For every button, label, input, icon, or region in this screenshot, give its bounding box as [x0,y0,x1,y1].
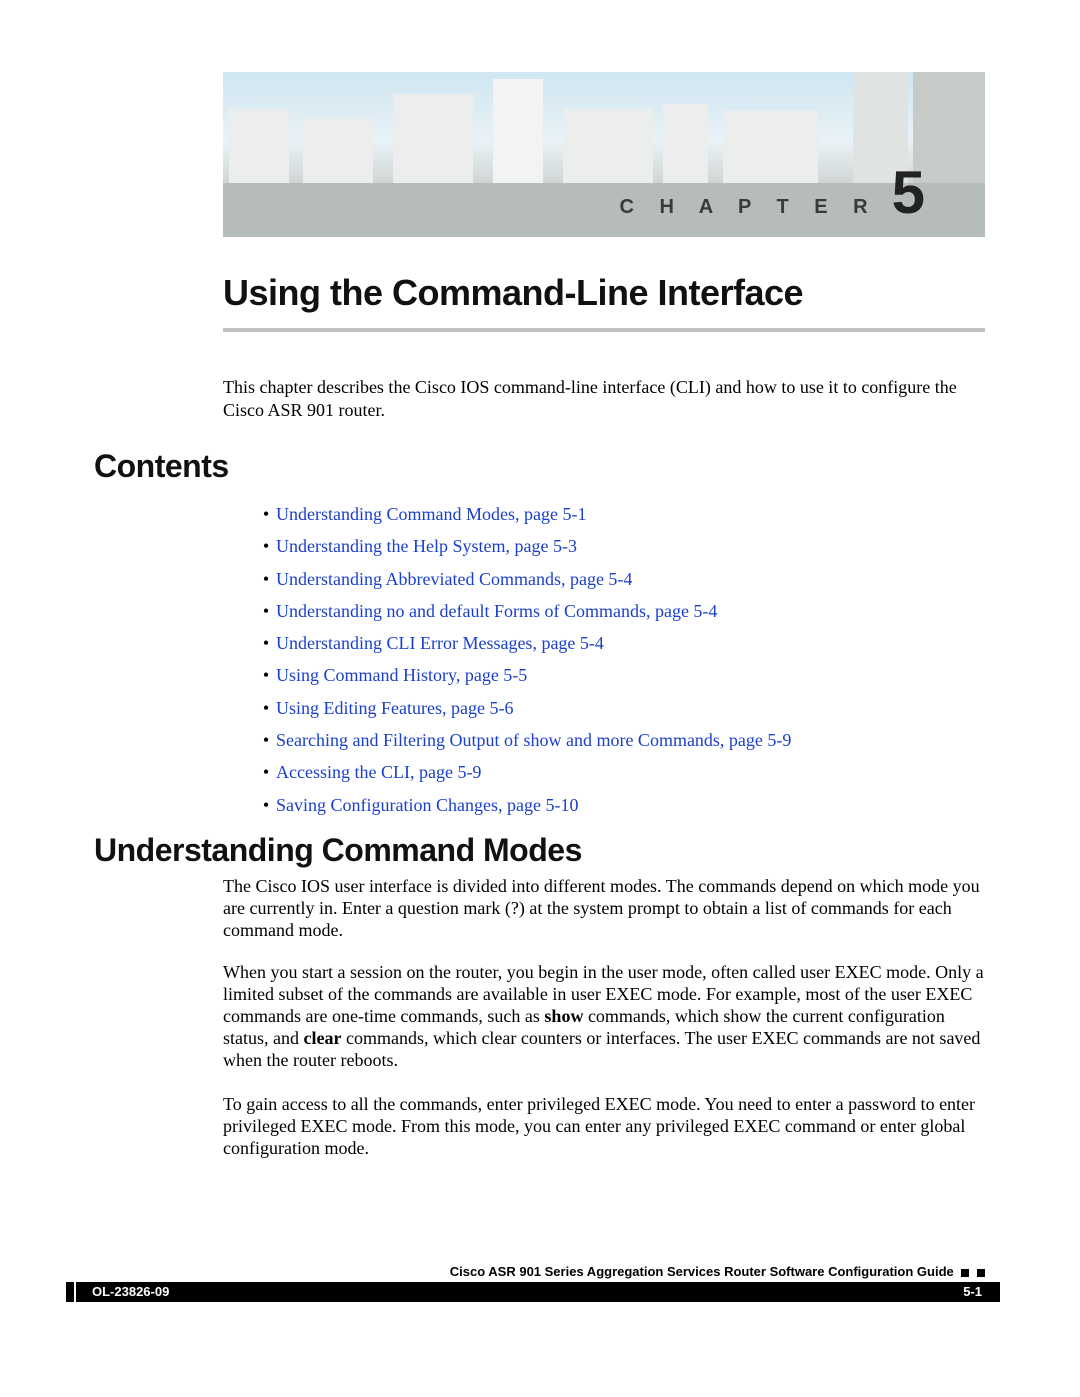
toc-link[interactable]: Using Editing Features, page 5-6 [276,696,513,720]
toc-item: •Understanding Command Modes, page 5-1 [256,502,976,526]
section-heading: Understanding Command Modes [94,832,582,869]
toc-item: •Saving Configuration Changes, page 5-10 [256,793,976,817]
bullet-icon: • [256,760,276,784]
bullet-icon: • [256,567,276,591]
toc-link[interactable]: Understanding the Help System, page 5-3 [276,534,577,558]
chapter-word: C H A P T E R [619,196,877,219]
square-icon [977,1269,985,1277]
bullet-icon: • [256,728,276,752]
toc-item: •Understanding Abbreviated Commands, pag… [256,567,976,591]
title-rule [223,328,985,332]
toc-item: •Understanding no and default Forms of C… [256,599,976,623]
toc-link[interactable]: Understanding no and default Forms of Co… [276,599,717,623]
toc-item: •Understanding the Help System, page 5-3 [256,534,976,558]
keyword-show: show [544,1006,583,1026]
page-number: 5-1 [945,1282,1000,1302]
guide-title-text: Cisco ASR 901 Series Aggregation Service… [450,1264,954,1279]
chapter-label: C H A P T E R 5 [619,163,925,223]
contents-heading: Contents [94,448,229,485]
toc-link[interactable]: Accessing the CLI, page 5-9 [276,760,481,784]
toc-item: •Accessing the CLI, page 5-9 [256,760,976,784]
toc-item: •Understanding CLI Error Messages, page … [256,631,976,655]
toc-link[interactable]: Understanding Abbreviated Commands, page… [276,567,632,591]
bullet-icon: • [256,663,276,687]
table-of-contents: •Understanding Command Modes, page 5-1 •… [256,502,976,825]
toc-link[interactable]: Searching and Filtering Output of show a… [276,728,791,752]
toc-item: •Searching and Filtering Output of show … [256,728,976,752]
body-paragraph: When you start a session on the router, … [223,962,985,1072]
toc-item: •Using Command History, page 5-5 [256,663,976,687]
page-title: Using the Command-Line Interface [223,272,985,324]
bullet-icon: • [256,696,276,720]
footer-bar: OL-23826-09 5-1 [76,1282,1000,1302]
toc-link[interactable]: Using Command History, page 5-5 [276,663,527,687]
bullet-icon: • [256,599,276,623]
square-icon [961,1269,969,1277]
body-paragraph: The Cisco IOS user interface is divided … [223,876,985,942]
bullet-icon: • [256,534,276,558]
bullet-icon: • [256,631,276,655]
keyword-clear: clear [304,1028,342,1048]
bullet-icon: • [256,793,276,817]
footer-tick-icon [66,1282,74,1302]
body-paragraph: To gain access to all the commands, ente… [223,1094,985,1160]
doc-id: OL-23826-09 [92,1284,169,1299]
chapter-banner: C H A P T E R 5 [223,72,985,237]
toc-link[interactable]: Understanding Command Modes, page 5-1 [276,502,586,526]
bullet-icon: • [256,502,276,526]
footer-guide-title: Cisco ASR 901 Series Aggregation Service… [223,1264,985,1279]
toc-link[interactable]: Saving Configuration Changes, page 5-10 [276,793,578,817]
toc-link[interactable]: Understanding CLI Error Messages, page 5… [276,631,604,655]
toc-item: •Using Editing Features, page 5-6 [256,696,976,720]
chapter-number: 5 [892,163,925,223]
intro-paragraph: This chapter describes the Cisco IOS com… [223,376,985,421]
